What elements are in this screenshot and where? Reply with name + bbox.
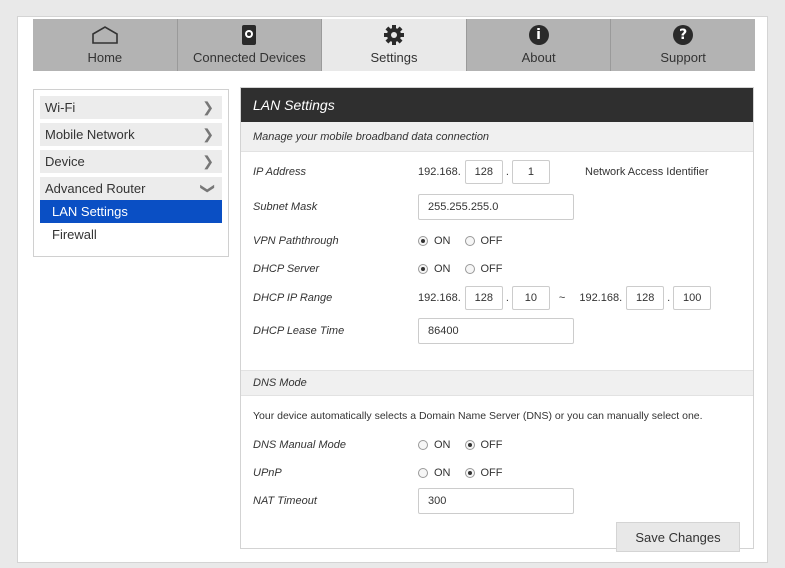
upnp-on-radio[interactable] [418,468,428,478]
dns-manual-on-radio[interactable] [418,440,428,450]
nat-timeout-label: NAT Timeout [253,495,317,507]
ip-octet3-field[interactable]: 128 [464,160,503,184]
save-changes-button[interactable]: Save Changes [616,522,740,552]
lease-time-row: DHCP Lease Time 86400 [241,318,753,344]
subnet-mask-row: Subnet Mask 255.255.255.0 [241,194,753,220]
page-subtitle: Manage your mobile broadband data connec… [241,122,753,152]
sidebar-item-wifi[interactable]: Wi-Fi ❯ [40,96,222,119]
dns-mode-description: Your device automatically selects a Doma… [253,410,703,422]
dhcp-range-row: DHCP IP Range 192.168. 128 . 10 ~ 192.16… [241,286,753,310]
top-navigation: Home Connected Devices Settings i About … [33,19,755,71]
lan-settings-panel: LAN Settings Manage your mobile broadban… [240,87,754,552]
tab-connected-devices[interactable]: Connected Devices [178,19,323,71]
radio-label: ON [434,467,451,479]
nat-timeout-field[interactable]: 300 [418,488,574,514]
lease-time-label: DHCP Lease Time [253,325,345,337]
tab-support[interactable]: ? Support [611,19,755,71]
tab-label: Connected Devices [193,50,306,65]
subnet-mask-field[interactable]: 255.255.255.0 [418,194,574,220]
dhcp-server-off-radio[interactable] [464,264,475,274]
dhcp-server-on-radio[interactable] [418,264,428,274]
tab-label: About [521,50,556,65]
dhcp-server-label: DHCP Server [253,263,320,275]
dhcp-end-octet4-field[interactable]: 100 [673,286,712,310]
vpn-off-radio[interactable] [464,236,475,246]
radio-label: ON [434,439,451,451]
chevron-down-icon: ❯ [200,182,217,195]
chevron-right-icon: ❯ [202,126,214,142]
ip-prefix: 192.168. [418,166,461,178]
lease-time-field[interactable]: 86400 [418,318,574,344]
dhcp-start-octet3-field[interactable]: 128 [464,286,503,310]
radio-label: ON [434,263,451,275]
sidebar-subitem-lan-settings[interactable]: LAN Settings [40,200,222,223]
tab-label: Settings [370,50,418,65]
sidebar: Wi-Fi ❯ Mobile Network ❯ Device ❯ Advanc… [33,89,229,257]
gear-icon [383,23,405,47]
upnp-label: UPnP [253,467,282,479]
vpn-on-radio[interactable] [418,236,428,246]
ip-octet4-field[interactable]: 1 [511,160,550,184]
tab-home[interactable]: Home [33,19,178,71]
sidebar-subitem-label: LAN Settings [52,204,128,219]
dhcp-end-octet3-field[interactable]: 128 [626,286,665,310]
sidebar-item-label: Wi-Fi [45,100,76,115]
dhcp-end-prefix: 192.168. [579,292,623,304]
dns-manual-off-radio[interactable] [464,440,475,450]
sidebar-subitem-firewall[interactable]: Firewall [40,223,222,246]
sidebar-item-label: Advanced Router [45,181,146,196]
radio-label: OFF [480,263,503,275]
ip-address-label: IP Address [253,166,306,178]
sidebar-item-label: Device [45,154,85,169]
info-icon: i [528,23,549,47]
subnet-mask-label: Subnet Mask [253,201,318,213]
dhcp-start-octet4-field[interactable]: 10 [511,286,550,310]
sidebar-item-advanced-router[interactable]: Advanced Router ❯ [40,177,222,200]
network-access-identifier-note: Network Access Identifier [585,166,709,178]
upnp-row: UPnP ON OFF [241,464,753,482]
home-icon [90,23,120,47]
tab-settings[interactable]: Settings [322,19,467,71]
dhcp-server-row: DHCP Server ON OFF [241,260,753,278]
dhcp-start-prefix: 192.168. [418,292,461,304]
radio-label: OFF [480,439,503,451]
upnp-off-radio[interactable] [464,468,475,478]
router-admin-frame: Home Connected Devices Settings i About … [17,16,768,563]
dhcp-range-label: DHCP IP Range [253,292,333,304]
vpn-label: VPN Paththrough [253,235,339,247]
vpn-row: VPN Paththrough ON OFF [241,232,753,250]
ip-address-row: IP Address 192.168. 128 . 1 Network Acce… [241,160,753,184]
chevron-right-icon: ❯ [202,153,214,169]
tab-label: Home [87,50,123,65]
dns-mode-header: DNS Mode [241,370,753,396]
nat-timeout-row: NAT Timeout 300 [241,488,753,514]
range-separator: ~ [558,292,566,304]
chevron-right-icon: ❯ [202,99,214,115]
help-icon: ? [673,23,694,47]
tab-label: Support [660,50,706,65]
tab-about[interactable]: i About [467,19,612,71]
radio-label: OFF [480,235,503,247]
dns-manual-row: DNS Manual Mode ON OFF [241,436,753,454]
dns-manual-label: DNS Manual Mode [253,439,346,451]
page-title: LAN Settings [241,88,753,122]
device-icon [240,23,258,47]
sidebar-item-label: Mobile Network [45,127,135,142]
sidebar-item-device[interactable]: Device ❯ [40,150,222,173]
sidebar-subitem-label: Firewall [52,227,97,242]
radio-label: ON [434,235,451,247]
radio-label: OFF [480,467,503,479]
sidebar-item-mobile-network[interactable]: Mobile Network ❯ [40,123,222,146]
